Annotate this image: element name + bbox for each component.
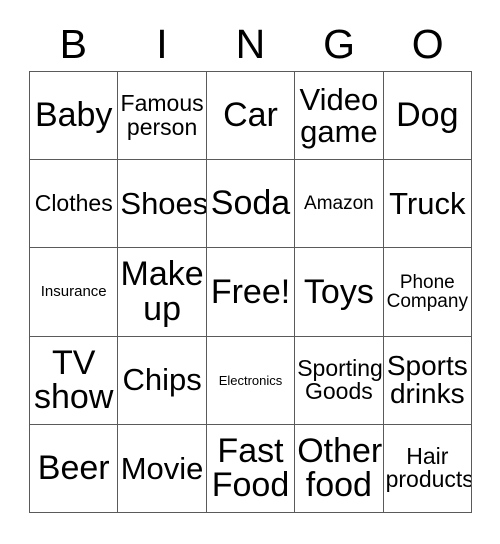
bingo-cell-label: TV show — [34, 343, 114, 417]
bingo-cell-r3-c1[interactable]: Insurance — [30, 248, 119, 337]
bingo-cell-label: Fast Food — [211, 431, 290, 505]
bingo-cell-label: Car — [223, 96, 278, 135]
bingo-cell-label: Make up — [120, 255, 204, 328]
bingo-cell-label: Chips — [122, 362, 202, 398]
bingo-cell-r3-c5[interactable]: Phone Company — [383, 248, 472, 337]
bingo-cell-r2-c4[interactable]: Amazon — [295, 160, 384, 249]
bingo-cell-r5-c4[interactable]: Other food — [295, 424, 384, 513]
bingo-cell-r1-c3[interactable]: Car — [206, 72, 296, 161]
bingo-cell-label: Beer — [37, 449, 110, 488]
bingo-cell-r5-c1[interactable]: Beer — [30, 424, 119, 513]
bingo-header-letter-3: N — [235, 21, 266, 67]
bingo-header-letter-5: O — [411, 21, 444, 67]
bingo-cell-label: Famous person — [120, 90, 204, 140]
bingo-header-row: BINGO — [29, 18, 472, 71]
bingo-header-letter-1: B — [59, 21, 87, 67]
bingo-cell-r4-c1[interactable]: TV show — [30, 336, 119, 425]
bingo-cell-label: Insurance — [40, 283, 107, 301]
bingo-cell-label: Sports drinks — [386, 349, 468, 410]
bingo-cell-r4-c3[interactable]: Electronics — [206, 336, 296, 425]
bingo-header-letter-4: G — [323, 21, 356, 67]
bingo-cell-label: Video game — [299, 81, 379, 149]
bingo-cell-r2-c3[interactable]: Soda — [206, 160, 296, 249]
bingo-cell-label: Soda — [210, 184, 291, 223]
bingo-cell-r2-c2[interactable]: Shoes — [118, 160, 207, 249]
bingo-cell-label: Truck — [389, 185, 466, 221]
bingo-cell-r1-c2[interactable]: Famous person — [118, 72, 207, 161]
bingo-cell-r3-c2[interactable]: Make up — [118, 248, 207, 337]
bingo-cell-r4-c4[interactable]: Sporting Goods — [295, 336, 384, 425]
bingo-cell-label: Baby — [34, 96, 113, 135]
bingo-header-letter-2: I — [156, 21, 168, 67]
bingo-grid: Baby Famous person Car Video game Dog Clothes… — [29, 71, 472, 513]
bingo-cell-r1-c1[interactable]: Baby — [30, 72, 119, 161]
bingo-cell-r4-c2[interactable]: Chips — [118, 336, 207, 425]
bingo-cell-r5-c2[interactable]: Movie — [118, 424, 207, 513]
bingo-cell-label: Sporting Goods — [297, 354, 383, 405]
bingo-cell-label: Other food — [297, 431, 383, 505]
bingo-cell-label: Dog — [396, 96, 459, 135]
bingo-cell-label: Movie — [120, 450, 204, 486]
bingo-cell-r2-c1[interactable]: Clothes — [30, 160, 119, 249]
bingo-cell-label: Hair products — [385, 442, 472, 493]
bingo-cell-r5-c3[interactable]: Fast Food — [206, 424, 296, 513]
bingo-cell-label: Amazon — [304, 193, 374, 215]
bingo-cell-label: Free! — [210, 272, 291, 311]
bingo-cell-label: Toys — [303, 272, 374, 311]
bingo-cell-r5-c5[interactable]: Hair products — [383, 424, 472, 513]
bingo-cell-r1-c5[interactable]: Dog — [383, 72, 472, 161]
bingo-cell-r3-c4[interactable]: Toys — [295, 248, 384, 337]
bingo-cell-label: Clothes — [34, 190, 113, 217]
bingo-cell-r1-c4[interactable]: Video game — [295, 72, 384, 161]
bingo-cell-r2-c5[interactable]: Truck — [383, 160, 472, 249]
bingo-cell-label: Phone Company — [386, 271, 468, 312]
bingo-cell-r4-c5[interactable]: Sports drinks — [383, 336, 472, 425]
bingo-cell-free-space[interactable]: Free! — [206, 248, 296, 337]
bingo-cell-label: Electronics — [218, 372, 283, 388]
bingo-cell-label: Shoes — [120, 185, 207, 221]
bingo-card: B I N G O Baby Famous person Car Video game Dog C… — [0, 0, 500, 544]
